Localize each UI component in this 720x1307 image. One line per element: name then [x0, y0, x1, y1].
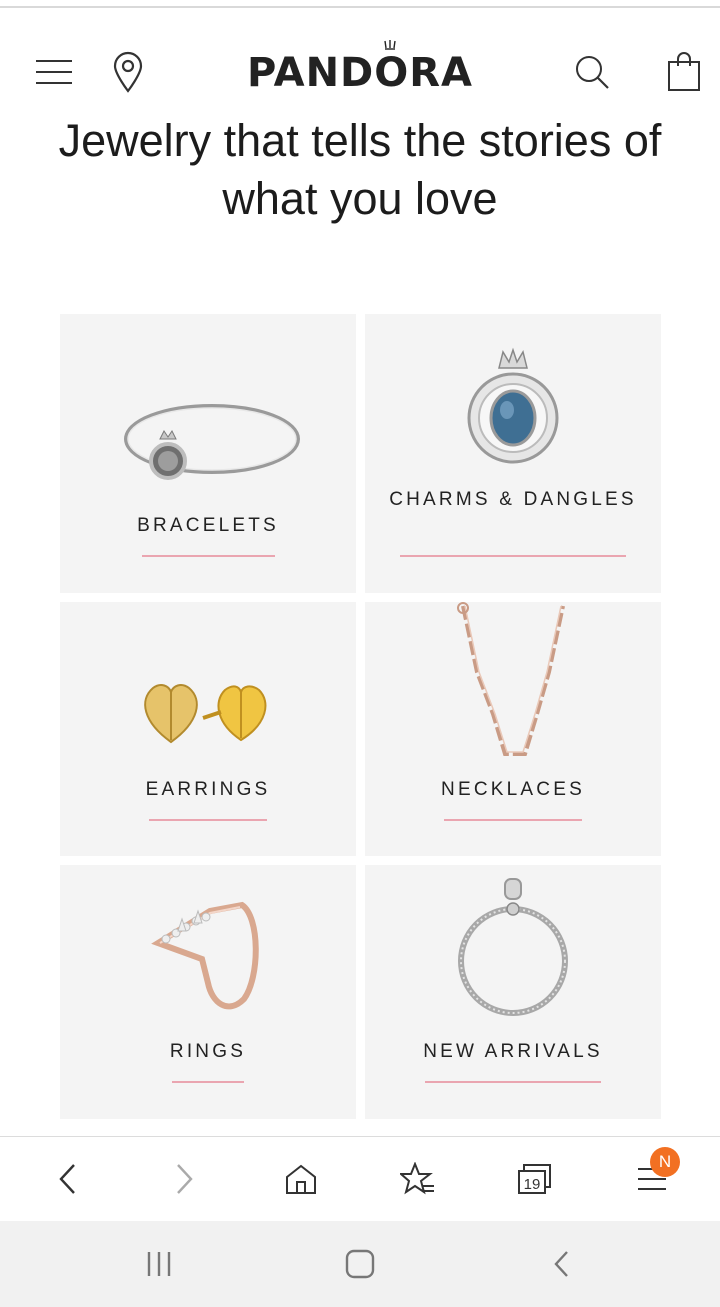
system-home-icon[interactable]: [335, 1241, 385, 1287]
pandora-logo[interactable]: PANDORA: [242, 40, 478, 96]
location-pin-icon[interactable]: [108, 40, 148, 104]
notification-badge: N: [650, 1147, 680, 1177]
logo-text: PANDORA: [246, 50, 474, 96]
category-label-rings: RINGS: [169, 1041, 247, 1062]
category-underline: [172, 1081, 244, 1083]
logo-crown-icon: [384, 40, 396, 50]
category-tile-new-arrivals[interactable]: NEW ARRIVALS: [365, 865, 661, 1119]
site-header: PANDORA: [0, 40, 720, 110]
necklace-image: [365, 602, 661, 762]
category-label-bracelets: BRACELETS: [137, 515, 279, 536]
back-arrow-icon[interactable]: [46, 1157, 90, 1201]
bookmark-star-icon[interactable]: [396, 1157, 440, 1201]
top-divider: [0, 6, 720, 8]
ring-image: [60, 887, 356, 1017]
shopping-bag-icon[interactable]: [662, 40, 706, 104]
category-underline: [149, 819, 267, 821]
category-underline: [425, 1081, 601, 1083]
category-label-new-arrivals: NEW ARRIVALS: [423, 1041, 603, 1062]
system-back-icon[interactable]: [537, 1241, 587, 1287]
browser-toolbar: 19: [0, 1136, 720, 1221]
category-label-charms-dangles: CHARMS & DANGLES: [389, 489, 637, 510]
category-underline: [444, 819, 582, 821]
hamburger-menu-icon[interactable]: [32, 40, 76, 104]
recent-apps-icon[interactable]: [134, 1241, 184, 1287]
system-navigation-bar: [0, 1221, 720, 1307]
forward-arrow-icon[interactable]: [162, 1157, 206, 1201]
category-tile-earrings[interactable]: EARRINGS: [60, 602, 356, 856]
charm-image: [365, 346, 661, 466]
category-tile-rings[interactable]: RINGS: [60, 865, 356, 1119]
earrings-image: [60, 670, 356, 750]
category-underline: [400, 555, 626, 557]
category-tile-bracelets[interactable]: BRACELETS: [60, 314, 356, 593]
category-tile-necklaces[interactable]: NECKLACES: [365, 602, 661, 856]
tabs-icon[interactable]: 19: [512, 1157, 556, 1201]
category-tile-charms-dangles[interactable]: CHARMS & DANGLES: [365, 314, 661, 593]
new-arrivals-bracelet-image: [365, 877, 661, 1022]
bracelet-image: [60, 399, 356, 484]
hero-title: Jewelry that tells the stories of what y…: [58, 115, 662, 224]
tabs-count: 19: [524, 1176, 541, 1193]
category-underline: [142, 555, 275, 557]
home-icon[interactable]: [279, 1157, 323, 1201]
category-label-necklaces: NECKLACES: [441, 779, 585, 800]
search-icon[interactable]: [570, 40, 614, 104]
category-label-earrings: EARRINGS: [145, 779, 271, 800]
